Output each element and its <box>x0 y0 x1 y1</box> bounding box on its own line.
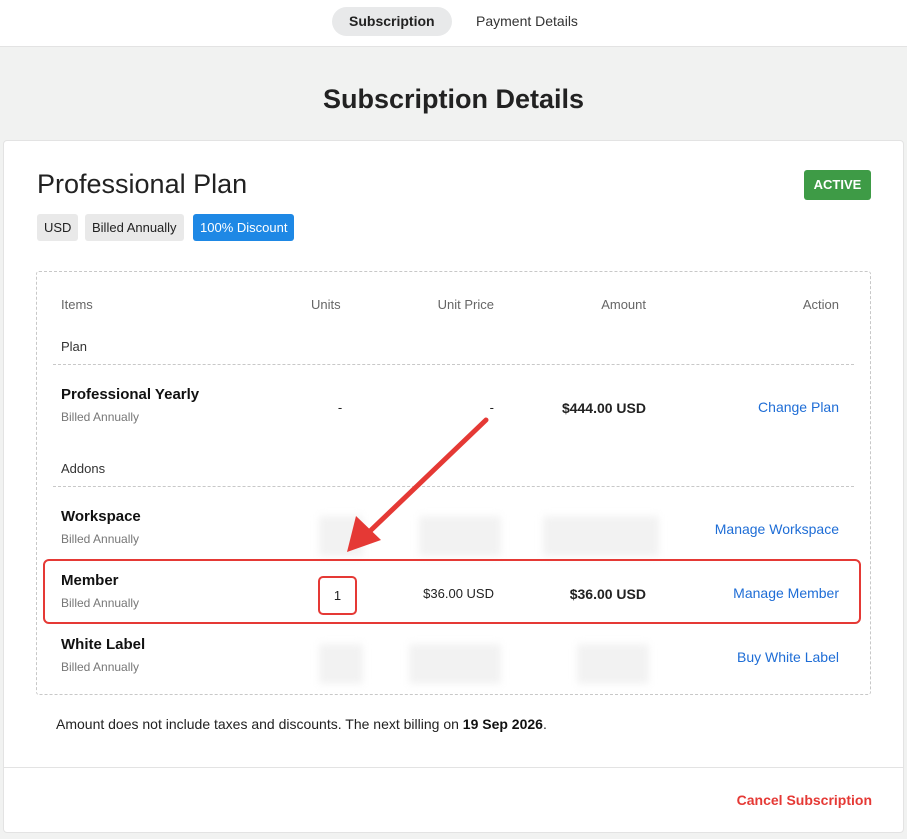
amount-value: $444.00 USD <box>561 400 646 416</box>
header-items: Items <box>61 297 93 312</box>
currency-chip: USD <box>37 214 79 241</box>
redacted-amount <box>577 644 649 684</box>
billing-note-text: Amount does not include taxes and discou… <box>56 716 463 732</box>
redacted-unit-price <box>419 516 501 556</box>
cancel-subscription-button[interactable]: Cancel Subscription <box>737 792 872 808</box>
redacted-amount <box>543 516 659 556</box>
top-navigation: Subscription Payment Details <box>0 0 907 47</box>
section-label-addons: Addons <box>61 461 106 476</box>
table-row-white-label: White Label Billed Annually Buy White La… <box>37 630 870 694</box>
item-billing: Billed Annually <box>61 410 140 424</box>
section-label-plan: Plan <box>61 339 88 354</box>
billing-cycle-chip: Billed Annually <box>85 214 184 241</box>
items-table: Items Units Unit Price Amount Action Pla… <box>36 271 871 695</box>
billing-note-suffix: . <box>542 716 547 732</box>
status-badge: ACTIVE <box>804 170 871 200</box>
item-name: Professional Yearly <box>61 386 200 403</box>
header-unit-price: Unit Price <box>437 297 494 312</box>
buy-white-label-link[interactable]: Buy White Label <box>737 649 839 665</box>
header-units: Units <box>311 297 341 312</box>
tab-payment-details[interactable]: Payment Details <box>459 7 595 36</box>
header-action: Action <box>802 297 839 312</box>
discount-chip: 100% Discount <box>193 214 295 241</box>
divider <box>53 486 854 487</box>
footer-divider <box>4 767 903 768</box>
divider <box>53 364 854 365</box>
item-name: White Label <box>61 636 146 653</box>
unit-price-value: - <box>489 400 494 415</box>
table-row-workspace: Workspace Billed Annually Manage Workspa… <box>37 502 870 566</box>
redacted-units <box>319 516 363 556</box>
member-row-highlight <box>43 559 861 624</box>
next-billing-date: 19 Sep 2026 <box>462 716 543 732</box>
item-name: Workspace <box>61 508 141 525</box>
redacted-units <box>319 644 363 684</box>
table-row-plan: Professional Yearly Billed Annually - - … <box>37 380 870 444</box>
redacted-unit-price <box>409 644 501 684</box>
tab-subscription[interactable]: Subscription <box>332 7 452 36</box>
header-amount: Amount <box>601 297 646 312</box>
item-billing: Billed Annually <box>61 532 140 546</box>
manage-workspace-link[interactable]: Manage Workspace <box>715 521 839 537</box>
billing-note: Amount does not include taxes and discou… <box>56 716 547 732</box>
units-value: - <box>337 400 343 415</box>
item-billing: Billed Annually <box>61 660 140 674</box>
subscription-card: Professional Plan ACTIVE USD Billed Annu… <box>3 140 904 833</box>
page-title: Subscription Details <box>322 84 585 114</box>
change-plan-link[interactable]: Change Plan <box>758 399 839 415</box>
plan-title: Professional Plan <box>37 169 248 199</box>
